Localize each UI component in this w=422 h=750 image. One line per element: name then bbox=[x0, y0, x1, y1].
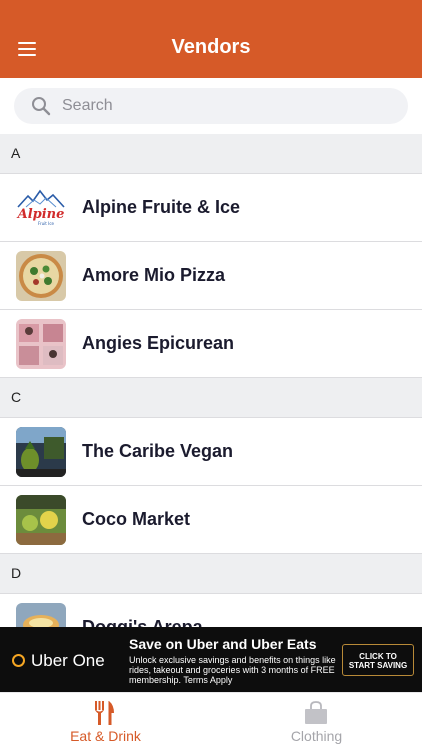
search-icon bbox=[32, 97, 51, 116]
vendor-name: Alpine Fruite & Ice bbox=[82, 197, 241, 217]
section-header-d: D bbox=[0, 554, 422, 594]
tab-clothing[interactable]: Clothing bbox=[211, 693, 422, 750]
uber-one-circle-icon bbox=[12, 654, 25, 667]
vendor-list[interactable]: A Alpine Fruit Ice Alpine Fruite & Ice A… bbox=[0, 134, 422, 627]
app-header: Vendors bbox=[0, 0, 422, 78]
vendor-photo-pizza bbox=[16, 251, 66, 301]
tab-label: Clothing bbox=[290, 728, 343, 744]
vendor-name: Coco Market bbox=[82, 509, 191, 529]
vendor-photo-coco bbox=[16, 495, 66, 545]
vendor-row-angies-epicurean[interactable]: Angies Epicurean bbox=[0, 310, 422, 378]
vendor-photo-caribe bbox=[16, 427, 66, 477]
vendor-row-amore-mio-pizza[interactable]: Amore Mio Pizza bbox=[0, 242, 422, 310]
search-input[interactable] bbox=[62, 88, 382, 124]
vendor-row-doggis-arepa[interactable]: Doggi's Arepa bbox=[0, 594, 422, 627]
vendor-photo-doggis bbox=[16, 603, 66, 627]
vendor-logo-alpine: Alpine Fruit Ice bbox=[16, 183, 66, 233]
uber-one-ad-banner[interactable]: Uber One Save on Uber and Uber Eats Unlo… bbox=[0, 627, 422, 692]
svg-text:Alpine: Alpine bbox=[16, 207, 64, 222]
vendor-row-coco-market[interactable]: Coco Market bbox=[0, 486, 422, 554]
section-header-c: C bbox=[0, 378, 422, 418]
shopping-bag-icon bbox=[305, 701, 327, 724]
ad-cta-button[interactable]: CLICK TO START SAVING bbox=[342, 644, 414, 676]
vendor-name: Doggi's Arepa bbox=[82, 617, 203, 627]
ad-body: Unlock exclusive savings and benefits on… bbox=[129, 655, 336, 685]
bottom-tab-bar: Eat & Drink Clothing bbox=[0, 692, 422, 750]
vendor-row-the-caribe-vegan[interactable]: The Caribe Vegan bbox=[0, 418, 422, 486]
vendor-name: The Caribe Vegan bbox=[82, 441, 234, 461]
fork-knife-icon bbox=[95, 701, 114, 725]
vendor-photo-angies bbox=[16, 319, 66, 369]
uber-one-logo: Uber One bbox=[12, 651, 105, 671]
page-title: Vendors bbox=[171, 36, 251, 58]
svg-text:Fruit Ice: Fruit Ice bbox=[38, 221, 55, 226]
vendor-name: Angies Epicurean bbox=[82, 333, 235, 353]
ad-headline: Save on Uber and Uber Eats bbox=[129, 636, 317, 652]
vendor-name: Amore Mio Pizza bbox=[82, 265, 226, 285]
section-header-a: A bbox=[0, 134, 422, 174]
tab-eat-drink[interactable]: Eat & Drink bbox=[0, 693, 211, 750]
tab-label: Eat & Drink bbox=[70, 728, 141, 744]
search-bar[interactable] bbox=[14, 88, 408, 124]
vendor-row-alpine-fruite-ice[interactable]: Alpine Fruit Ice Alpine Fruite & Ice bbox=[0, 174, 422, 242]
search-bar-container bbox=[0, 78, 422, 134]
